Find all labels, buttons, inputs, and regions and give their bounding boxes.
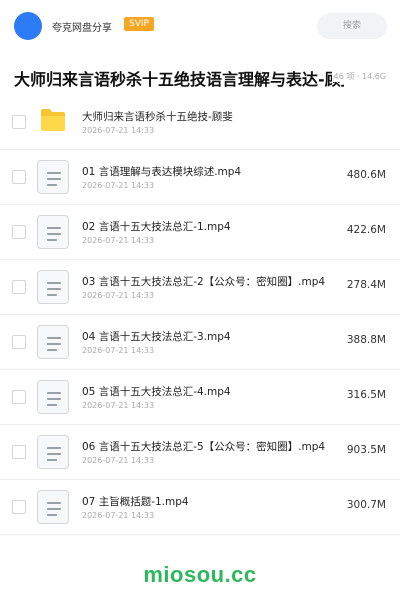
list-item[interactable]: 02 言语十五大技法总汇-1.mp4 2026-07-21 14:33 422.… [0, 205, 400, 260]
header: 夸克网盘分享 SVIP [0, 0, 400, 52]
file-size: 422.6M [346, 224, 386, 236]
select-checkbox[interactable] [12, 390, 26, 404]
file-name: 大师归来言语秒杀十五绝技-顾斐 [82, 111, 233, 123]
file-size: 316.5M [346, 389, 386, 401]
select-checkbox[interactable] [12, 225, 26, 239]
select-checkbox[interactable] [12, 500, 26, 514]
video-file-icon [37, 325, 69, 359]
select-checkbox[interactable] [12, 115, 26, 129]
file-name: 04 言语十五大技法总汇-3.mp4 [82, 331, 231, 343]
list-item[interactable]: 06 言语十五大技法总汇-5【公众号：密知圈】.mp4 2026-07-21 1… [0, 425, 400, 480]
file-name: 03 言语十五大技法总汇-2【公众号：密知圈】.mp4 [82, 276, 326, 288]
video-file-icon [37, 490, 69, 524]
search-input[interactable] [317, 13, 387, 39]
list-item[interactable]: 04 言语十五大技法总汇-3.mp4 2026-07-21 14:33 388.… [0, 315, 400, 370]
folder-icon [41, 109, 65, 131]
watermark: miosou.cc [143, 562, 257, 587]
file-date: 2026-07-21 14:33 [82, 401, 155, 410]
video-file-icon [37, 380, 69, 414]
file-size: 903.5M [346, 444, 386, 456]
video-file-icon [37, 160, 69, 194]
list-item[interactable]: 大师归来言语秒杀十五绝技-顾斐 2026-07-21 14:33 [0, 95, 400, 150]
list-item[interactable]: 07 主旨概括题-1.mp4 2026-07-21 14:33 300.7M [0, 480, 400, 535]
select-checkbox[interactable] [12, 170, 26, 184]
svip-badge: SVIP [124, 17, 154, 31]
list-item[interactable]: 05 言语十五大技法总汇-4.mp4 2026-07-21 14:33 316.… [0, 370, 400, 425]
list-item[interactable]: 01 言语理解与表达模块综述.mp4 2026-07-21 14:33 480.… [0, 150, 400, 205]
file-name: 02 言语十五大技法总汇-1.mp4 [82, 221, 231, 233]
file-date: 2026-07-21 14:33 [82, 181, 155, 190]
file-date: 2026-07-21 14:33 [82, 126, 155, 135]
file-date: 2026-07-21 14:33 [82, 236, 155, 245]
select-checkbox[interactable] [12, 445, 26, 459]
file-name: 07 主旨概括题-1.mp4 [82, 496, 189, 508]
file-date: 2026-07-21 14:33 [82, 456, 155, 465]
video-file-icon [37, 270, 69, 304]
avatar[interactable] [14, 12, 42, 40]
file-size: 480.6M [346, 169, 386, 181]
file-list: 大师归来言语秒杀十五绝技-顾斐 2026-07-21 14:33 01 言语理解… [0, 95, 400, 535]
file-name: 05 言语十五大技法总汇-4.mp4 [82, 386, 231, 398]
folder-meta: 46 项 · 14.6G [331, 71, 386, 82]
list-item[interactable]: 03 言语十五大技法总汇-2【公众号：密知圈】.mp4 2026-07-21 1… [0, 260, 400, 315]
file-size: 278.4M [346, 279, 386, 291]
video-file-icon [37, 215, 69, 249]
file-name: 06 言语十五大技法总汇-5【公众号：密知圈】.mp4 [82, 441, 326, 453]
select-checkbox[interactable] [12, 335, 26, 349]
share-name: 夸克网盘分享 [52, 23, 112, 34]
file-date: 2026-07-21 14:33 [82, 511, 155, 520]
folder-title-row: 大师归来言语秒杀十五绝技语言理解与表达-顾斐 46 项 · 14.6G [0, 62, 400, 92]
file-date: 2026-07-21 14:33 [82, 346, 155, 355]
file-name: 01 言语理解与表达模块综述.mp4 [82, 166, 242, 178]
file-date: 2026-07-21 14:33 [82, 291, 155, 300]
page-title: 大师归来言语秒杀十五绝技语言理解与表达-顾斐 [14, 70, 344, 89]
video-file-icon [37, 435, 69, 469]
file-size: 388.8M [346, 334, 386, 346]
file-size: 300.7M [346, 499, 386, 511]
select-checkbox[interactable] [12, 280, 26, 294]
